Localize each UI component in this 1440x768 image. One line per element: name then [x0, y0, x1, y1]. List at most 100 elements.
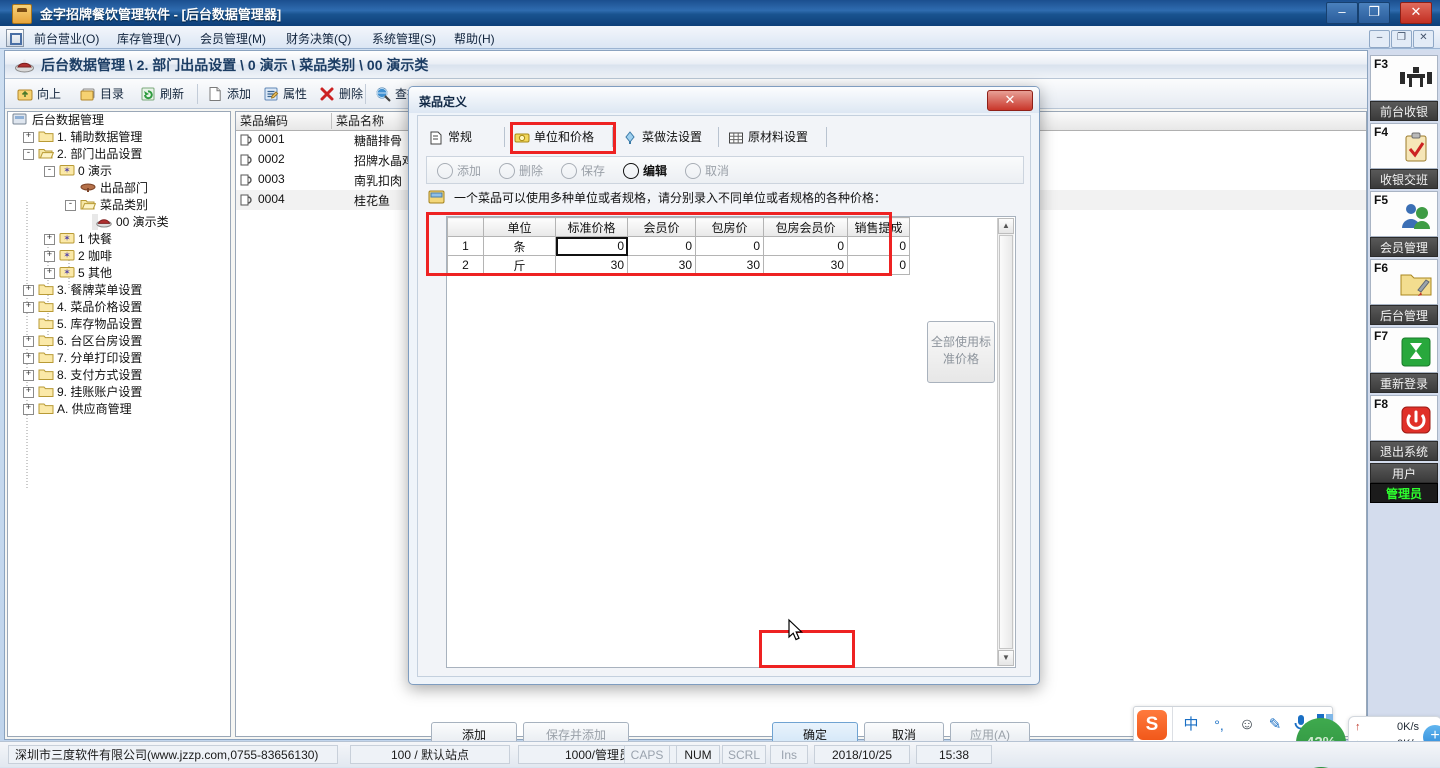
grid-edit-button[interactable]: 编辑 — [621, 161, 667, 181]
tree-node-label: 菜品类别 — [100, 198, 149, 212]
tree-expander[interactable]: - — [23, 149, 34, 160]
user-panel-label: 用户 — [1370, 463, 1438, 483]
tab-raw-material[interactable]: 原材料设置 — [726, 124, 816, 150]
fkey-f5-member-management[interactable]: F5 会员管理 — [1370, 191, 1438, 257]
tab-general[interactable]: 常规 — [426, 124, 480, 150]
fkey-button[interactable]: F6 — [1370, 259, 1438, 305]
status-station: 100 / 默认站点 — [350, 745, 510, 764]
dish-code: 0004 — [258, 192, 285, 206]
tree-expander[interactable]: + — [23, 336, 34, 347]
tree-expander[interactable]: + — [23, 353, 34, 364]
toolbar-catalog-button[interactable]: 目录 — [78, 83, 130, 105]
toolbar-catalog-label: 目录 — [100, 87, 125, 101]
fkey-caption: 退出系统 — [1370, 441, 1438, 461]
tree-node-label: 9. 挂账账户设置 — [57, 385, 143, 399]
sogou-logo-icon[interactable]: S — [1137, 710, 1167, 740]
dish-code: 0003 — [258, 172, 285, 186]
grid-scrollbar[interactable]: ▲ ▼ — [997, 218, 1014, 666]
window-maximize-button[interactable]: ❐ — [1358, 2, 1390, 24]
tree-expander[interactable]: + — [23, 302, 34, 313]
tree-expander[interactable]: + — [23, 285, 34, 296]
scrollbar-thumb[interactable] — [999, 235, 1013, 649]
menu-item-members[interactable]: 会员管理(M) — [196, 29, 270, 48]
power-icon — [1399, 404, 1433, 436]
fkey-button[interactable]: F5 — [1370, 191, 1438, 237]
handwriting-pen-icon[interactable]: ✎ — [1264, 714, 1286, 736]
menu-item-inventory[interactable]: 库存管理(V) — [113, 29, 185, 48]
tree-node-label: 2. 部门出品设置 — [57, 147, 143, 161]
tree-expander[interactable]: + — [44, 251, 55, 262]
window-close-button[interactable]: ✕ — [1400, 2, 1432, 24]
tree-expander[interactable]: + — [23, 387, 34, 398]
status-time: 15:38 — [916, 745, 992, 764]
tab-separator — [718, 127, 719, 147]
emoji-icon[interactable]: ☺ — [1236, 714, 1258, 736]
tree-node-demo-category[interactable]: 00 演示类 — [92, 214, 169, 230]
tree-expander[interactable]: + — [23, 370, 34, 381]
add-circle-icon — [437, 163, 453, 179]
fkey-f8-exit-system[interactable]: F8 退出系统 — [1370, 395, 1438, 461]
menu-item-front-office[interactable]: 前台营业(O) — [30, 29, 103, 48]
menu-item-finance[interactable]: 财务决策(Q) — [282, 29, 355, 48]
scroll-up-arrow-icon[interactable]: ▲ — [998, 218, 1014, 234]
grid-add-button[interactable]: 添加 — [435, 161, 481, 181]
window-minimize-button[interactable]: – — [1326, 2, 1358, 24]
menu-item-system[interactable]: 系统管理(S) — [368, 29, 440, 48]
fkey-button[interactable]: F8 — [1370, 395, 1438, 441]
refresh-icon — [140, 86, 156, 102]
ime-punctuation-icon[interactable]: °, — [1208, 714, 1230, 736]
window-titlebar: 金字招牌餐饮管理软件 - [后台数据管理器] – ❐ ✕ — [0, 0, 1440, 27]
price-grid[interactable]: 单位 标准价格 会员价 包房价 包房会员价 销售提成 1 条 0 0 0 0 0… — [446, 216, 1016, 668]
fkey-button[interactable]: F4 — [1370, 123, 1438, 169]
mdi-restore-button[interactable]: ❐ — [1391, 30, 1412, 48]
statusbar: 深圳市三度软件有限公司(www.jzzp.com,0755-83656130) … — [0, 741, 1440, 767]
dish-definition-dialog[interactable]: 菜品定义 ✕ 常规 单位和价格 菜做法设置 原材料设置 添加 删除 保存 编辑 … — [408, 86, 1040, 750]
tree-expander[interactable]: + — [44, 234, 55, 245]
mdi-minimize-button[interactable]: – — [1369, 30, 1390, 48]
toolbar-delete-button[interactable]: 删除 — [317, 83, 369, 105]
tab-label: 原材料设置 — [748, 130, 809, 144]
menu-item-help[interactable]: 帮助(H) — [450, 29, 499, 48]
mdi-close-button[interactable]: ✕ — [1413, 30, 1434, 48]
dish-code: 0001 — [258, 132, 285, 146]
toolbar-refresh-button[interactable]: 刷新 — [138, 83, 190, 105]
fkey-f4-shift-handover[interactable]: F4 收银交班 — [1370, 123, 1438, 189]
fkey-f6-backoffice-management[interactable]: F6 后台管理 — [1370, 259, 1438, 325]
fkey-f3-front-cashier[interactable]: F3 前台收银 — [1370, 55, 1438, 121]
dish-row-icon — [239, 153, 253, 167]
toolbar-properties-button[interactable]: 属性 — [261, 83, 313, 105]
user-panel: 用户 管理员 — [1370, 463, 1438, 503]
tab-cooking-method[interactable]: 菜做法设置 — [620, 124, 710, 150]
grid-cancel-label: 取消 — [705, 164, 730, 178]
fkey-button[interactable]: F7 — [1370, 327, 1438, 373]
tree-expander[interactable]: - — [65, 200, 76, 211]
dialog-body: 常规 单位和价格 菜做法设置 原材料设置 添加 删除 保存 编辑 取消 一个菜品… — [417, 115, 1031, 677]
grid-save-button[interactable]: 保存 — [559, 161, 605, 181]
tree-node-label: 00 演示类 — [116, 215, 169, 229]
navigation-tree[interactable]: 后台数据管理 + 1. 辅助数据管理 - 2. 部门出品设置 - ✶ 0 演示 … — [7, 111, 231, 737]
tree-expander[interactable]: + — [44, 268, 55, 279]
mdi-system-icon[interactable] — [6, 29, 24, 47]
toolbar-up-label: 向上 — [37, 87, 62, 101]
toolbar-add-button[interactable]: 添加 — [205, 83, 257, 105]
scroll-down-arrow-icon[interactable]: ▼ — [998, 650, 1014, 666]
tree-node-label: A. 供应商管理 — [57, 402, 132, 416]
tree-expander[interactable]: - — [44, 166, 55, 177]
recipe-icon — [622, 129, 638, 145]
grid-delete-button[interactable]: 删除 — [497, 161, 543, 181]
ime-mode-chinese-icon[interactable]: 中 — [1180, 714, 1202, 736]
dish-name: 糖醋排骨 — [354, 134, 403, 148]
fkey-f7-relogin[interactable]: F7 重新登录 — [1370, 327, 1438, 393]
app-logo-icon — [12, 4, 32, 24]
use-all-standard-price-button[interactable]: 全部使用标准价格 — [927, 321, 995, 383]
dialog-close-button[interactable]: ✕ — [987, 90, 1033, 111]
fkey-button[interactable]: F3 — [1370, 55, 1438, 101]
toolbar-up-button[interactable]: 向上 — [15, 83, 67, 105]
tree-expander[interactable]: + — [23, 132, 34, 143]
upload-arrow-icon: ↑ — [1355, 721, 1361, 733]
status-date: 2018/10/25 — [814, 745, 910, 764]
tab-highlight-annotation — [510, 122, 616, 154]
grid-cancel-button[interactable]: 取消 — [683, 161, 729, 181]
tree-expander[interactable]: + — [23, 404, 34, 415]
list-column-code[interactable]: 菜品编码 — [236, 113, 332, 129]
